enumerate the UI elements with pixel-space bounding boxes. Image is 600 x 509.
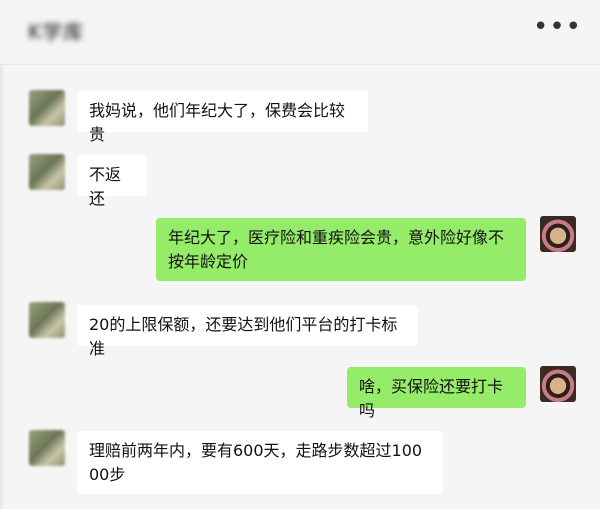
chat-header: K学库 •••	[0, 0, 600, 65]
received-message-bubble: 我妈说，他们年纪大了，保费会比较贵	[77, 91, 368, 144]
contact-avatar[interactable]	[29, 154, 65, 190]
chat-title: K学库	[28, 20, 85, 44]
more-options-icon[interactable]: •••	[533, 14, 582, 40]
contact-avatar[interactable]	[29, 302, 65, 338]
my-avatar[interactable]	[540, 216, 576, 252]
sent-message-bubble: 年纪大了，医疗险和重疾险会贵，意外险好像不按年龄定价	[156, 218, 526, 281]
sent-message-bubble: 啥，买保险还要打卡吗	[347, 367, 526, 420]
chat-list-edge	[0, 65, 3, 509]
received-message-bubble: 不返还	[77, 155, 147, 208]
my-avatar[interactable]	[540, 366, 576, 402]
contact-avatar[interactable]	[29, 90, 65, 126]
received-message-bubble: 20的上限保额，还要达到他们平台的打卡标准	[77, 305, 418, 358]
contact-avatar[interactable]	[29, 430, 65, 466]
received-message-bubble: 理赔前两年内，要有600天，走路步数超过10000步	[77, 431, 443, 494]
